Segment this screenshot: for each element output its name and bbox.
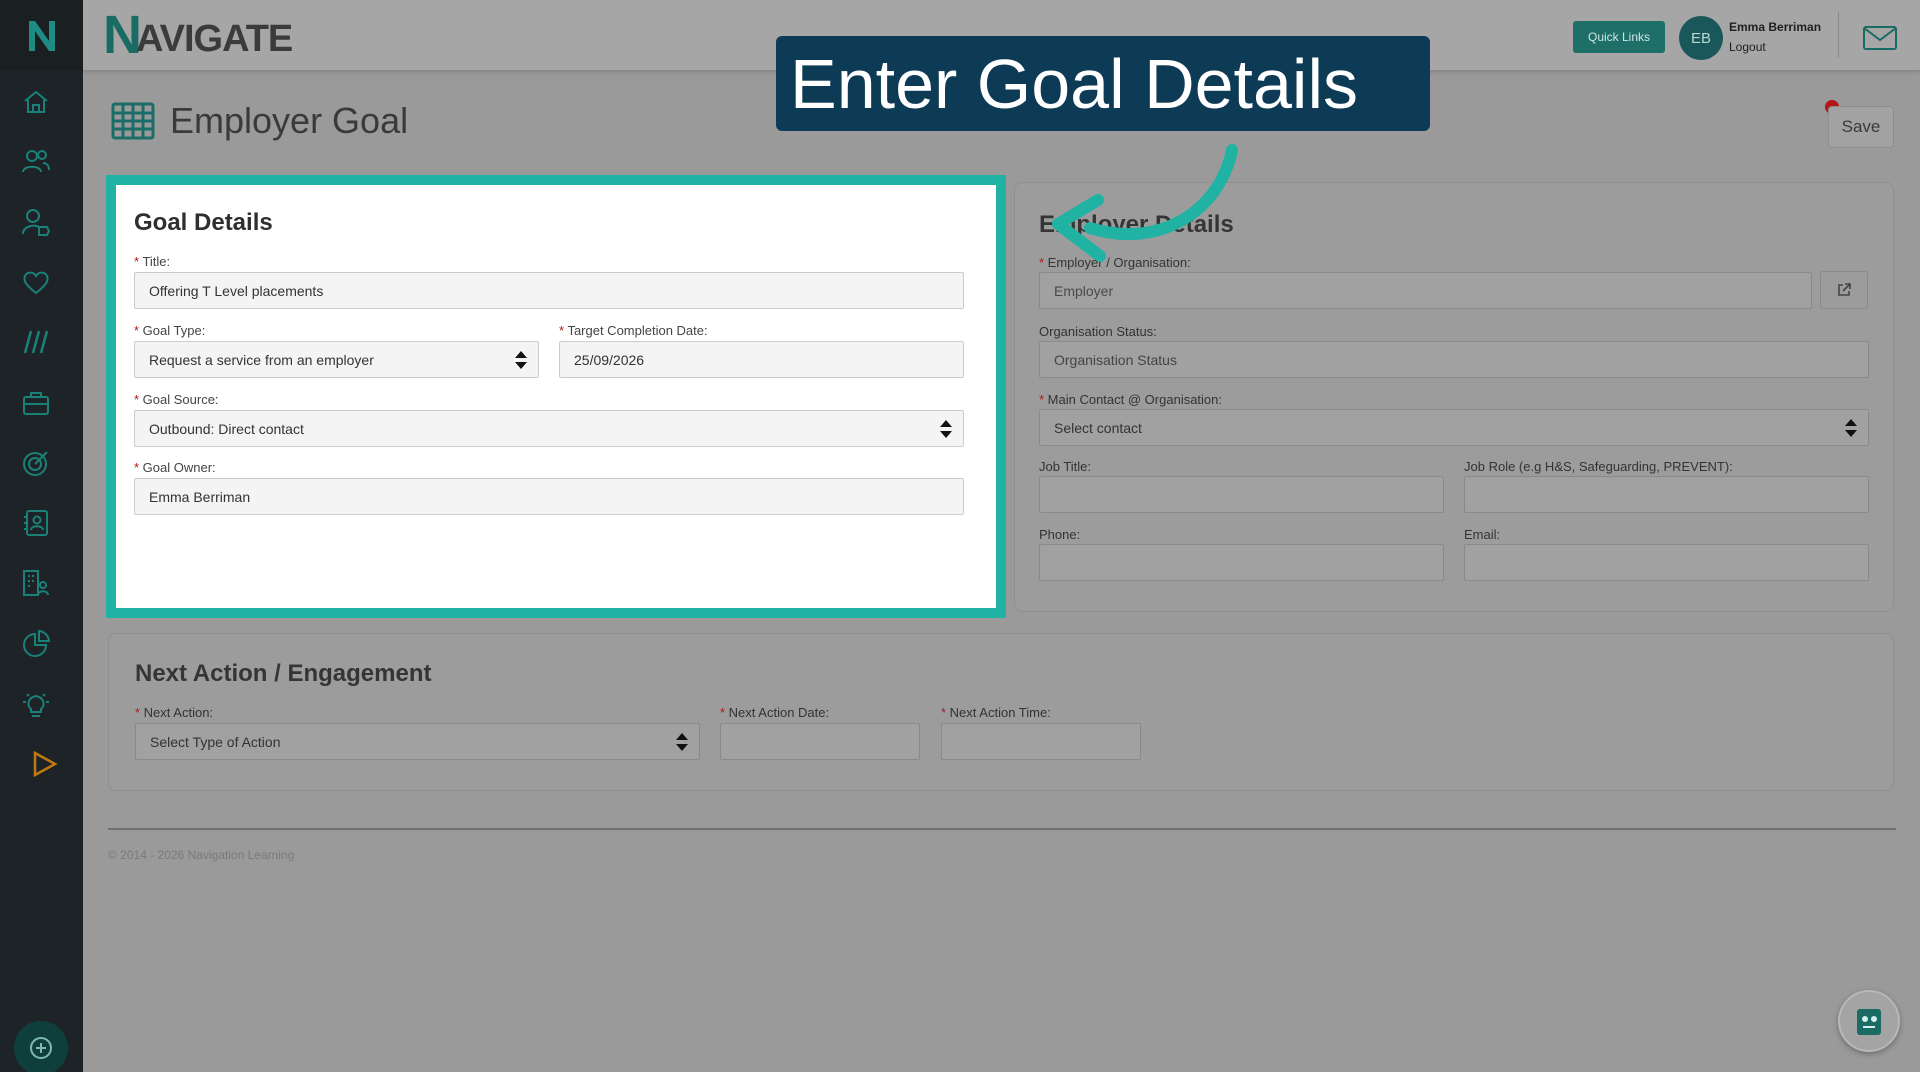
target-date-input[interactable]: 25/09/2026	[559, 341, 964, 378]
next-action-card: Next Action / Engagement * Next Action: …	[108, 633, 1894, 791]
phone-label: Phone:	[1039, 527, 1081, 542]
users-icon[interactable]	[20, 145, 52, 177]
next-action-select[interactable]: Select Type of Action	[135, 723, 700, 760]
org-status-field: Organisation Status	[1039, 341, 1869, 378]
calendar-grid-icon	[111, 102, 155, 140]
goal-source-label: * Goal Source:	[134, 392, 219, 407]
job-role-label: Job Role (e.g H&S, Safeguarding, PREVENT…	[1464, 459, 1733, 474]
page-title-wrap: Employer Goal	[110, 100, 408, 142]
footer-divider	[108, 828, 1896, 830]
callout-arrow-icon	[1052, 144, 1238, 262]
title-label: * Title:	[134, 254, 171, 269]
open-employer-button[interactable]	[1820, 271, 1868, 309]
sidebar-logo[interactable]	[0, 0, 83, 70]
goal-owner-input[interactable]: Emma Berriman	[134, 478, 964, 515]
main-contact-label: * Main Contact @ Organisation:	[1039, 392, 1223, 407]
add-button[interactable]	[14, 1021, 68, 1072]
goal-source-select[interactable]: Outbound: Direct contact	[134, 410, 964, 447]
goal-details-card: Goal Details * Title: Offering T Level p…	[116, 185, 996, 608]
title-input[interactable]: Offering T Level placements	[134, 272, 964, 309]
mail-icon[interactable]	[1863, 26, 1897, 50]
target-date-label: * Target Completion Date:	[559, 323, 708, 338]
pie-chart-icon[interactable]	[20, 628, 52, 660]
navigate-logo-icon	[28, 21, 55, 51]
job-title-input[interactable]	[1039, 476, 1444, 513]
select-arrows-icon	[515, 351, 527, 369]
goal-owner-label: * Goal Owner:	[134, 460, 216, 475]
next-action-title: Next Action / Engagement	[135, 660, 432, 687]
select-arrows-icon	[676, 733, 688, 751]
tutorial-callout: Enter Goal Details	[776, 36, 1430, 131]
brand-logo[interactable]: N AVIGATE	[103, 8, 293, 62]
external-link-icon	[1838, 283, 1851, 296]
user-tag-icon[interactable]	[20, 206, 52, 238]
plus-circle-icon	[30, 1037, 52, 1059]
lightbulb-icon[interactable]	[20, 688, 52, 720]
avatar[interactable]: EB	[1679, 16, 1723, 60]
main-contact-select[interactable]: Select contact	[1039, 409, 1869, 446]
email-input[interactable]	[1464, 544, 1869, 581]
select-arrows-icon	[1845, 419, 1857, 437]
assistant-icon	[1857, 1009, 1881, 1035]
help-assistant-button[interactable]	[1838, 990, 1900, 1052]
header-divider	[1838, 12, 1839, 58]
page-title: Employer Goal	[170, 100, 409, 141]
contact-book-icon[interactable]	[20, 507, 52, 539]
building-users-icon[interactable]	[20, 567, 52, 599]
org-status-label: Organisation Status:	[1039, 324, 1157, 339]
play-icon[interactable]	[28, 748, 60, 780]
quick-links-button[interactable]: Quick Links	[1573, 21, 1665, 53]
briefcase-icon[interactable]	[20, 387, 52, 419]
target-icon[interactable]	[20, 447, 52, 479]
slashes-icon[interactable]	[20, 326, 52, 358]
next-action-date-label: * Next Action Date:	[720, 705, 830, 720]
next-action-time-input[interactable]	[941, 723, 1141, 760]
brand-text: AVIGATE	[136, 18, 293, 60]
goal-details-title: Goal Details	[134, 209, 273, 236]
logout-link[interactable]: Logout	[1729, 40, 1766, 54]
select-arrows-icon	[940, 420, 952, 438]
job-title-label: Job Title:	[1039, 459, 1092, 474]
job-role-input[interactable]	[1464, 476, 1869, 513]
save-button[interactable]: Save	[1828, 106, 1894, 148]
goal-type-label: * Goal Type:	[134, 323, 206, 338]
next-action-label: * Next Action:	[135, 705, 214, 720]
next-action-date-input[interactable]	[720, 723, 920, 760]
next-action-time-label: * Next Action Time:	[941, 705, 1051, 720]
goal-type-select[interactable]: Request a service from an employer	[134, 341, 539, 378]
sidebar	[0, 0, 83, 1072]
user-name: Emma Berriman	[1729, 20, 1822, 34]
home-icon[interactable]	[20, 86, 52, 118]
heart-icon[interactable]	[20, 266, 52, 298]
phone-input[interactable]	[1039, 544, 1444, 581]
copyright: © 2014 - 2026 Navigation Learning	[108, 848, 295, 862]
email-label: Email:	[1464, 527, 1501, 542]
